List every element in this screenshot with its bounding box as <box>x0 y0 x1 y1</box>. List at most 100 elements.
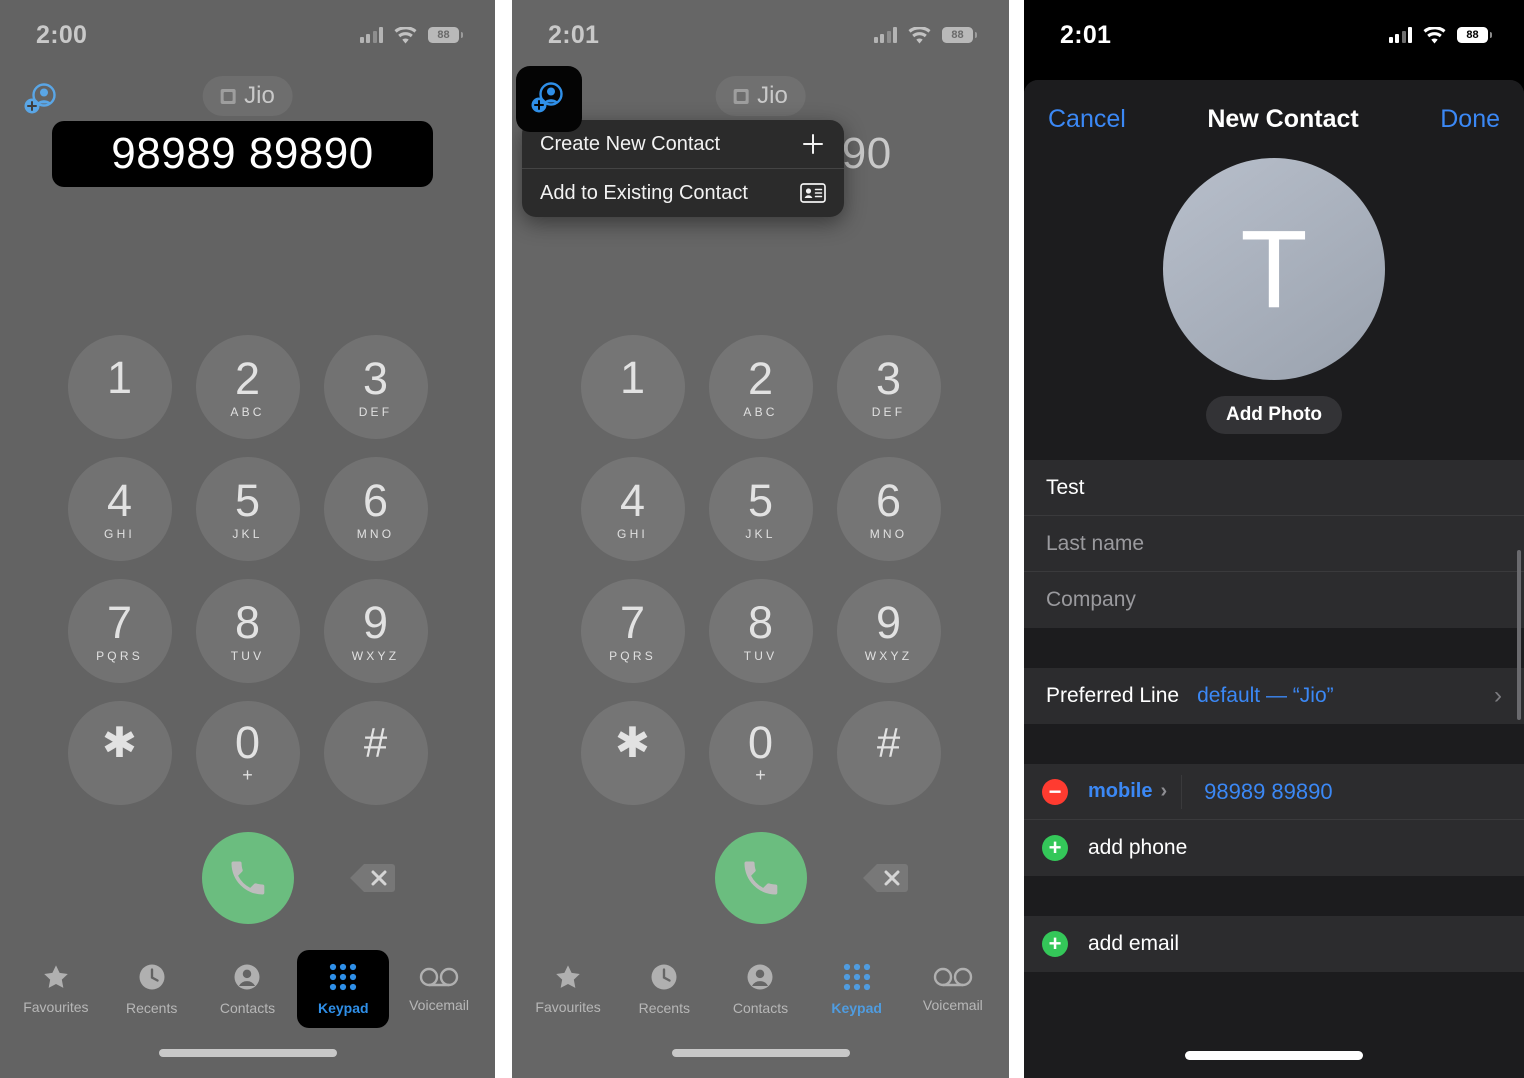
key-digit: 4 <box>106 474 133 526</box>
cancel-button[interactable]: Cancel <box>1048 105 1126 134</box>
first-name-field[interactable]: Test <box>1024 460 1524 516</box>
key-3[interactable]: 3 DEF <box>323 335 428 439</box>
add-contact-icon[interactable] <box>516 66 582 132</box>
key-3[interactable]: 3 DEF <box>836 335 941 439</box>
battery-level: 88 <box>437 29 450 41</box>
phone-number-value: 98989 89890 <box>1204 778 1333 804</box>
key-star[interactable]: ✱ <box>580 701 685 805</box>
menu-item-add-to-existing-contact[interactable]: Add to Existing Contact <box>522 169 844 217</box>
add-email-row[interactable]: + add email <box>1024 916 1524 972</box>
key-6[interactable]: 6 MNO <box>323 457 428 561</box>
keypad: 1 2 ABC 3 DEF 4 GHI 5 JKL 6 MNO 7 PQRS 8 TUV 9W… <box>512 335 1009 805</box>
key-2[interactable]: 2 ABC <box>195 335 300 439</box>
home-indicator[interactable] <box>1185 1051 1363 1060</box>
key-4[interactable]: 4 GHI <box>67 457 172 561</box>
sheet-nav-bar: Cancel New Contact Done <box>1024 80 1524 158</box>
plus-circle-icon[interactable]: + <box>1042 931 1068 957</box>
company-field[interactable]: Company <box>1024 572 1524 628</box>
panel-dialer-context-menu: 2:01 88 Jio 98989 89890 <box>512 0 1009 1078</box>
delete-button[interactable] <box>857 858 913 898</box>
key-letters: PQRS <box>609 648 656 663</box>
sim-line-pill[interactable]: Jio <box>715 76 806 116</box>
key-digit: 4 <box>619 474 646 526</box>
dialed-number-display: 98989 89890 <box>52 121 433 187</box>
key-letters: WXYZ <box>864 648 913 663</box>
key-7[interactable]: 7 PQRS <box>580 579 685 683</box>
tab-label: Contacts <box>732 1000 789 1016</box>
key-9[interactable]: 9 WXYZ <box>836 579 941 683</box>
tab-contacts[interactable]: Contacts <box>714 950 806 1028</box>
add-photo-button[interactable]: Add Photo <box>1205 396 1343 434</box>
tab-contacts[interactable]: Contacts <box>201 950 293 1028</box>
wifi-icon <box>908 26 931 44</box>
preferred-line-value: default — “Jio” <box>1197 684 1334 707</box>
minus-circle-icon[interactable]: − <box>1042 778 1068 805</box>
key-star[interactable]: ✱ <box>67 701 172 805</box>
sim-line-pill[interactable]: Jio <box>202 76 293 116</box>
key-2[interactable]: 2 ABC <box>708 335 813 439</box>
home-indicator[interactable] <box>671 1049 850 1057</box>
add-phone-label: add phone <box>1088 836 1188 859</box>
cellular-bars-icon <box>359 27 383 43</box>
preferred-line-row[interactable]: Preferred Line default — “Jio” › <box>1024 668 1524 724</box>
call-button[interactable] <box>201 832 294 924</box>
key-digit: 8 <box>234 596 261 648</box>
sim-card-icon <box>220 88 236 104</box>
home-indicator[interactable] <box>158 1049 337 1057</box>
key-digit: 5 <box>234 474 261 526</box>
add-contact-icon[interactable] <box>22 82 62 118</box>
section-gap <box>1024 876 1524 916</box>
tab-voicemail[interactable]: Voicemail <box>907 950 999 1028</box>
key-0[interactable]: 0 + <box>195 701 300 805</box>
name-fields-group: Test Last name Company <box>1024 460 1524 628</box>
key-8[interactable]: 8 TUV <box>195 579 300 683</box>
tab-label: Recents <box>126 1000 178 1016</box>
section-gap <box>1024 972 1524 1012</box>
key-digit: # <box>363 719 388 766</box>
scrollbar[interactable] <box>1517 550 1521 720</box>
key-5[interactable]: 5 JKL <box>708 457 813 561</box>
delete-button[interactable] <box>344 858 400 898</box>
status-icons: 88 <box>1388 26 1492 44</box>
key-digit: 9 <box>362 596 389 648</box>
key-hash[interactable]: # <box>836 701 941 805</box>
section-gap <box>1024 628 1524 668</box>
keypad: 1 2 ABC 3 DEF 4 GHI 5 JKL 6 MNO 7 PQRS 8 TUV 9W… <box>0 335 495 805</box>
done-button[interactable]: Done <box>1440 105 1500 134</box>
key-4[interactable]: 4 GHI <box>580 457 685 561</box>
call-button[interactable] <box>714 832 807 924</box>
add-phone-row[interactable]: + add phone <box>1024 820 1524 876</box>
avatar[interactable]: T <box>1163 158 1385 380</box>
key-9[interactable]: 9 WXYZ <box>323 579 428 683</box>
plus-circle-icon[interactable]: + <box>1042 835 1068 861</box>
key-8[interactable]: 8 TUV <box>708 579 813 683</box>
key-5[interactable]: 5 JKL <box>195 457 300 561</box>
tab-label: Favourites <box>535 999 601 1015</box>
tab-recents[interactable]: Recents <box>618 950 710 1028</box>
wifi-icon <box>1423 26 1446 44</box>
status-icons: 88 <box>873 26 977 44</box>
status-time: 2:01 <box>548 20 600 49</box>
tab-keypad[interactable]: Keypad <box>811 950 903 1028</box>
key-0[interactable]: 0 + <box>708 701 813 805</box>
key-7[interactable]: 7 PQRS <box>67 579 172 683</box>
tab-recents[interactable]: Recents <box>106 950 198 1028</box>
tab-favourites[interactable]: Favourites <box>522 950 614 1028</box>
email-group: + add email <box>1024 916 1524 972</box>
key-1[interactable]: 1 <box>67 335 172 439</box>
last-name-field[interactable]: Last name <box>1024 516 1524 572</box>
key-letters: TUV <box>230 648 265 663</box>
tab-keypad[interactable]: Keypad <box>297 950 390 1028</box>
tab-label: Keypad <box>831 1000 882 1016</box>
tab-favourites[interactable]: Favourites <box>10 950 102 1028</box>
phone-type-label: mobile <box>1088 780 1153 802</box>
key-1[interactable]: 1 <box>580 335 685 439</box>
dialed-number: 98989 89890 <box>111 129 374 178</box>
phone-row[interactable]: − mobile › 98989 89890 <box>1024 764 1524 820</box>
key-hash[interactable]: # <box>323 701 428 805</box>
key-6[interactable]: 6 MNO <box>836 457 941 561</box>
tab-voicemail[interactable]: Voicemail <box>393 950 485 1028</box>
key-digit: 7 <box>106 596 133 648</box>
sim-card-icon <box>733 88 749 104</box>
field-divider <box>1181 774 1183 809</box>
